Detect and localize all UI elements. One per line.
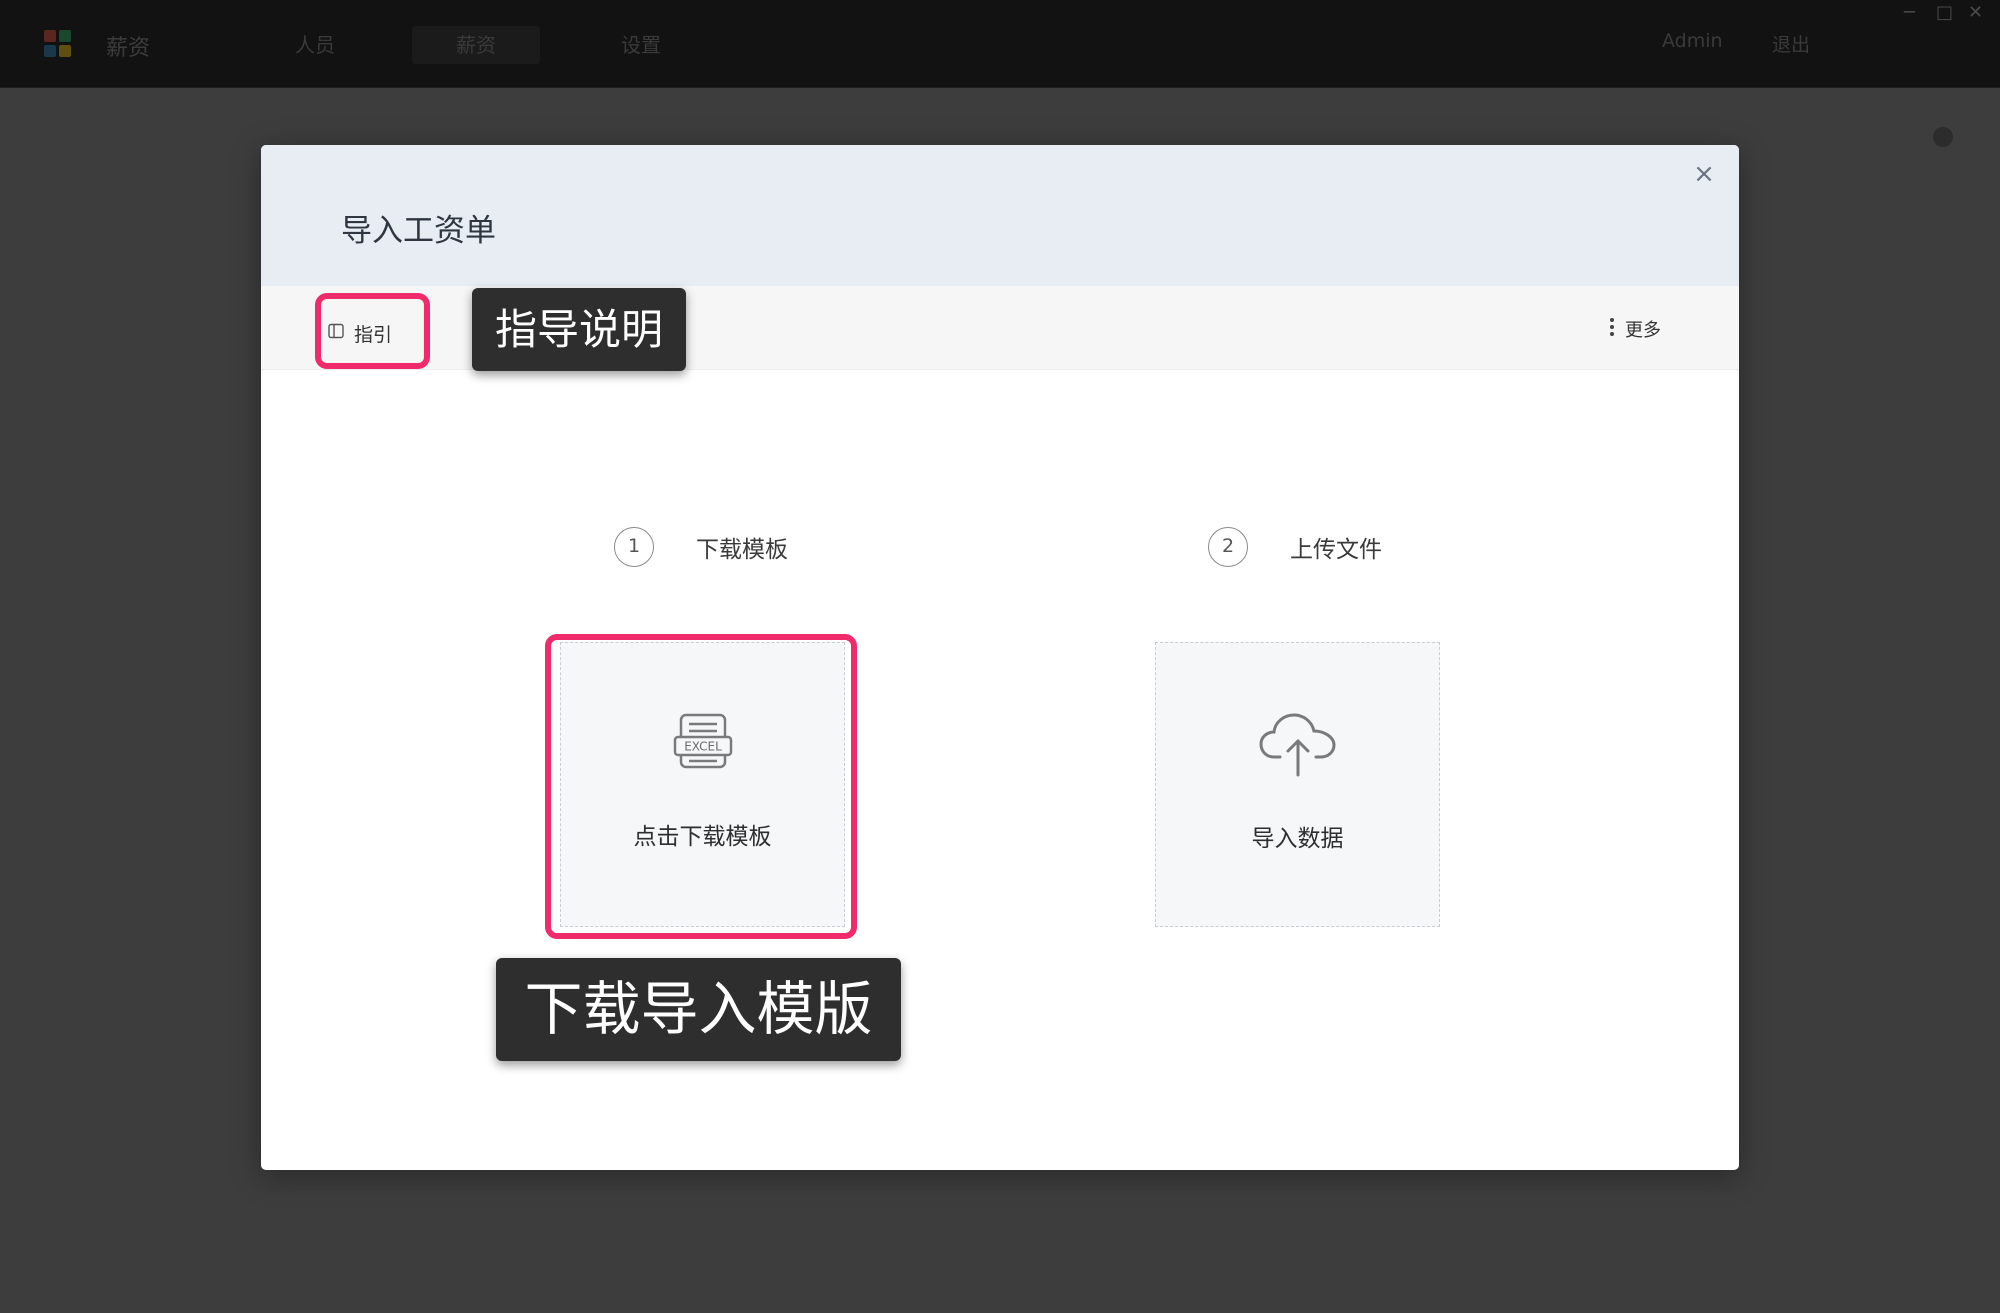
cloud-upload-icon (1258, 711, 1338, 781)
logout-link[interactable]: 退出 (1772, 30, 1810, 57)
minimize-icon[interactable]: ─ (1904, 2, 1915, 23)
more-vertical-icon (1609, 317, 1615, 342)
dialog-header: 导入工资单 × (261, 145, 1739, 286)
step-label: 下载模板 (696, 537, 788, 563)
window-close-icon[interactable]: ✕ (1968, 2, 1983, 23)
app-logo-icon (44, 30, 72, 58)
side-indicator (1933, 127, 1953, 147)
maximize-icon[interactable]: □ (1936, 2, 1953, 23)
app-name: 薪资 (106, 36, 151, 61)
nav-item-people[interactable]: 人员 (270, 26, 360, 64)
more-button-label: 更多 (1625, 320, 1661, 341)
nav-item-settings[interactable]: 设置 (596, 26, 686, 64)
app-topbar: 薪资 人员 薪资 设置 Admin 退出 ─ □ ✕ (0, 0, 2000, 88)
guide-highlight-box (315, 293, 430, 369)
nav-item-salary[interactable]: 薪资 (412, 26, 540, 64)
more-button[interactable]: 更多 (1609, 316, 1661, 342)
step-number: 2 (1208, 527, 1248, 567)
import-data-label: 导入数据 (1251, 826, 1344, 852)
download-highlight-box (545, 634, 857, 939)
step-number: 1 (614, 527, 654, 567)
user-name[interactable]: Admin (1662, 30, 1723, 52)
import-data-card[interactable]: 导入数据 (1155, 642, 1440, 927)
dialog-title: 导入工资单 (341, 213, 496, 249)
step-label: 上传文件 (1290, 537, 1382, 563)
step-download-template: 1 下载模板 (614, 527, 788, 567)
download-callout: 下载导入模版 (496, 958, 901, 1061)
step-upload-file: 2 上传文件 (1208, 527, 1382, 567)
close-button[interactable]: × (1687, 157, 1721, 191)
guide-callout: 指导说明 (472, 288, 686, 371)
